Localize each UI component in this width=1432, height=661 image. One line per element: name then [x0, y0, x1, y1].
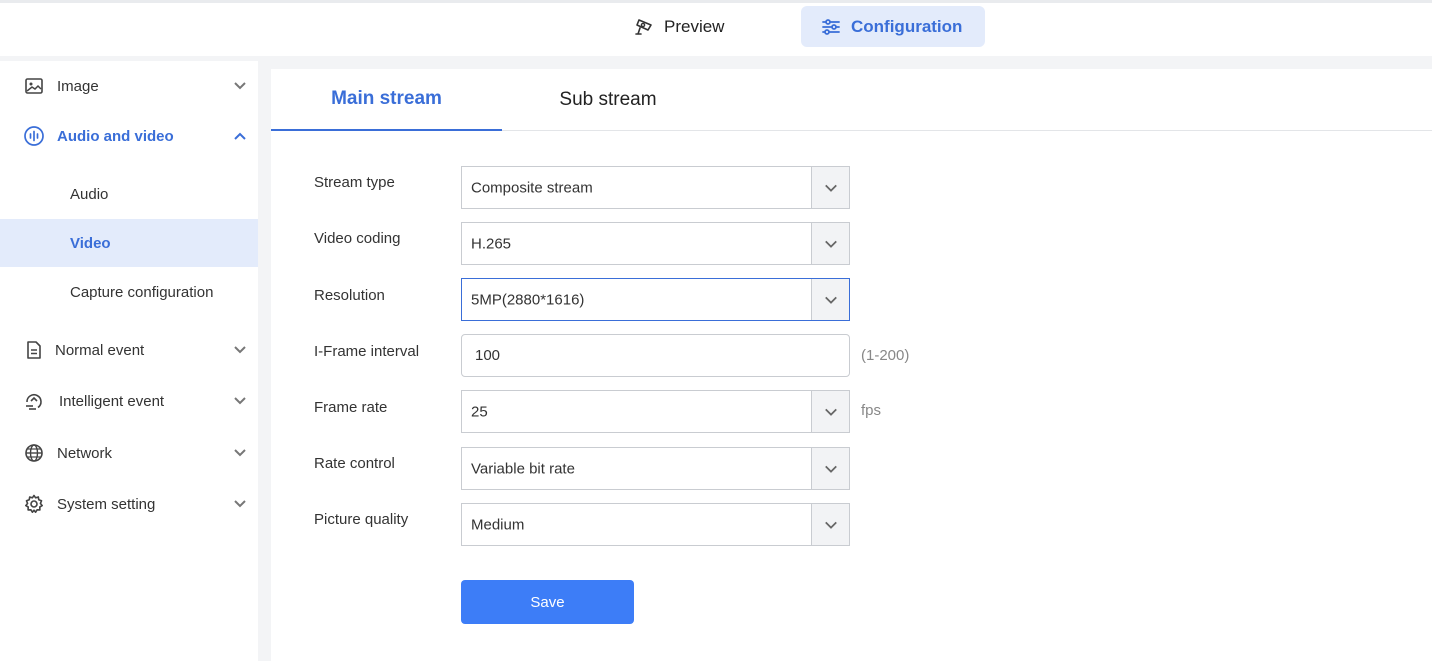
tab-configuration-label: Configuration: [851, 16, 963, 36]
picture-quality-label: Picture quality: [314, 511, 409, 528]
frame-rate-select[interactable]: 25: [461, 390, 850, 433]
document-icon: [23, 339, 45, 361]
stream-type-select[interactable]: Composite stream: [461, 166, 850, 209]
sidebar-item-intelligent-event[interactable]: Intelligent event: [0, 381, 258, 421]
sidebar-item-label: Image: [57, 77, 99, 95]
stream-type-value: Composite stream: [471, 179, 593, 196]
video-coding-select[interactable]: H.265: [461, 222, 850, 265]
chevron-up-icon[interactable]: [232, 128, 248, 144]
sidebar-subitem-label: Capture configuration: [70, 283, 214, 301]
stream-type-label: Stream type: [314, 174, 395, 191]
chevron-down-icon[interactable]: [232, 78, 248, 94]
tab-configuration[interactable]: Configuration: [801, 6, 985, 47]
chevron-down-icon[interactable]: [811, 391, 849, 432]
image-icon: [23, 75, 45, 97]
video-coding-value: H.265: [471, 235, 512, 252]
sidebar-item-normal-event[interactable]: Normal event: [0, 330, 258, 370]
iframe-interval-range-hint: (1-200): [861, 347, 910, 364]
chevron-down-icon[interactable]: [232, 393, 248, 409]
stream-tabs: Main stream Sub stream: [271, 69, 1432, 131]
sidebar-item-label: Network: [57, 444, 113, 462]
tab-preview-label: Preview: [664, 16, 725, 36]
chevron-down-icon[interactable]: [811, 223, 849, 264]
frame-rate-unit: fps: [861, 402, 882, 419]
sidebar-subitem-label: Video: [70, 234, 111, 252]
sliders-icon: [821, 17, 841, 37]
sidebar-item-system-setting[interactable]: System setting: [0, 484, 258, 524]
resolution-value: 5MP(2880*1616): [471, 291, 585, 308]
video-coding-label: Video coding: [314, 230, 401, 247]
camera-icon: [634, 17, 654, 37]
rate-control-select[interactable]: Variable bit rate: [461, 447, 850, 490]
chevron-down-icon[interactable]: [232, 496, 248, 512]
rate-control-value: Variable bit rate: [471, 460, 575, 477]
chevron-down-icon[interactable]: [811, 279, 849, 320]
sidebar-item-label: Audio and video: [57, 127, 174, 145]
sidebar: Image Audio and video Audio Video Captur…: [0, 61, 258, 661]
picture-quality-value: Medium: [471, 516, 525, 533]
sidebar-item-image[interactable]: Image: [0, 66, 258, 106]
iframe-interval-label: I-Frame interval: [314, 343, 420, 360]
tab-preview[interactable]: Preview: [614, 6, 744, 47]
chevron-down-icon[interactable]: [811, 504, 849, 545]
top-header: Preview Configuration: [0, 0, 1432, 56]
picture-quality-select[interactable]: Medium: [461, 503, 850, 546]
frame-rate-value: 25: [471, 403, 488, 420]
sidebar-item-network[interactable]: Network: [0, 433, 258, 473]
sidebar-item-audio-video[interactable]: Audio and video: [0, 116, 258, 156]
chevron-down-icon[interactable]: [811, 167, 849, 208]
sidebar-subitem-audio[interactable]: Audio: [0, 170, 258, 218]
audio-wave-icon: [23, 125, 45, 147]
resolution-label: Resolution: [314, 287, 385, 304]
sidebar-item-label: Intelligent event: [59, 392, 165, 410]
tab-main-stream[interactable]: Main stream: [271, 69, 502, 131]
resolution-select[interactable]: 5MP(2880*1616): [461, 278, 850, 321]
sidebar-subitem-label: Audio: [70, 185, 109, 203]
sidebar-item-label: System setting: [57, 495, 156, 513]
tab-sub-stream[interactable]: Sub stream: [533, 69, 683, 131]
chevron-down-icon[interactable]: [232, 342, 248, 358]
rate-control-label: Rate control: [314, 455, 395, 472]
save-button[interactable]: Save: [461, 580, 634, 624]
iframe-interval-input[interactable]: [461, 334, 850, 377]
sidebar-item-label: Normal event: [55, 341, 145, 359]
gear-icon: [23, 493, 45, 515]
intelligent-event-icon: [23, 390, 45, 412]
chevron-down-icon[interactable]: [811, 448, 849, 489]
globe-icon: [23, 442, 45, 464]
sidebar-subitem-capture-configuration[interactable]: Capture configuration: [0, 268, 258, 316]
sidebar-subitem-video[interactable]: Video: [0, 219, 258, 267]
frame-rate-label: Frame rate: [314, 399, 388, 416]
main-panel: Main stream Sub stream Stream type Compo…: [271, 69, 1432, 661]
chevron-down-icon[interactable]: [232, 445, 248, 461]
